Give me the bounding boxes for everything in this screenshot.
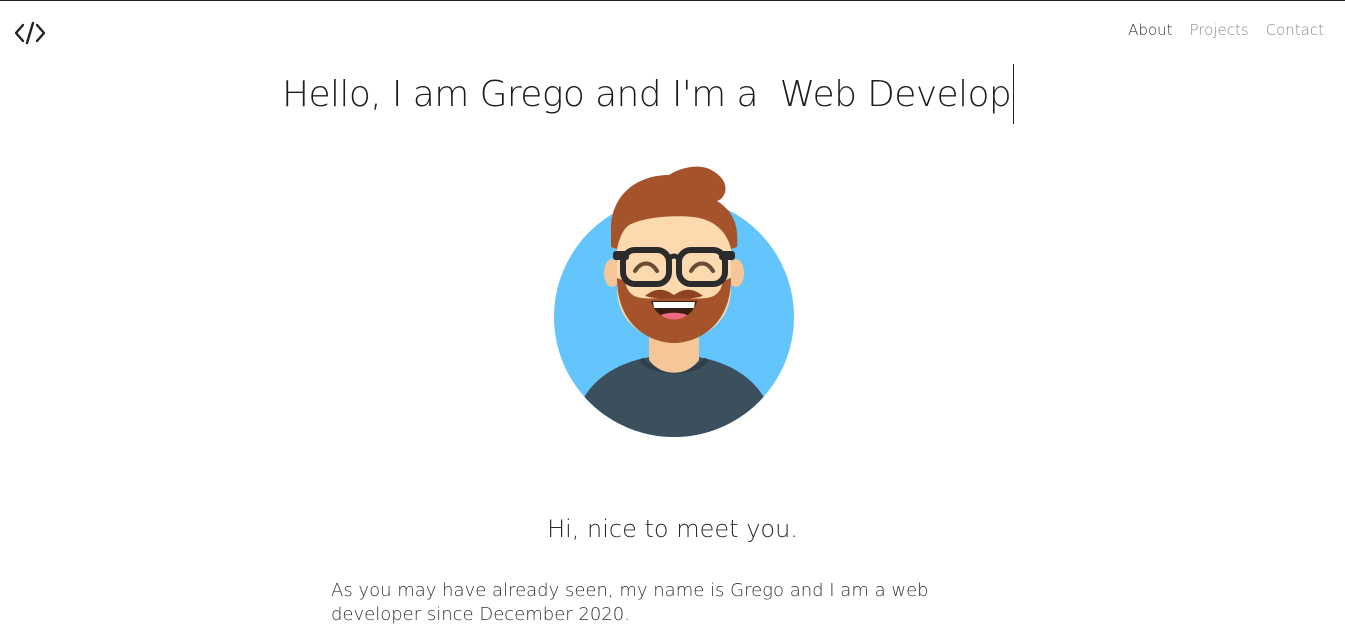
- code-brackets-icon[interactable]: [14, 20, 46, 46]
- bearded-developer-avatar-icon: [554, 166, 794, 437]
- typed-headline-text: Hello, I am Grego and I'm a Web Develop: [282, 73, 1012, 115]
- portfolio-page: About Projects Contact Hello, I am Grego…: [0, 0, 1345, 628]
- typed-headline: Hello, I am Grego and I'm a Web Develop: [282, 64, 1015, 124]
- intro-paragraph: As you may have already seen, my name is…: [331, 580, 929, 625]
- nav-projects-link[interactable]: Projects: [1190, 21, 1249, 39]
- main-nav: About Projects Contact: [1128, 21, 1324, 39]
- greeting-heading: Hi, nice to meet you.: [547, 515, 798, 543]
- nav-about-link[interactable]: About: [1128, 21, 1172, 39]
- nav-contact-link[interactable]: Contact: [1266, 21, 1324, 39]
- typing-cursor: [1013, 64, 1015, 124]
